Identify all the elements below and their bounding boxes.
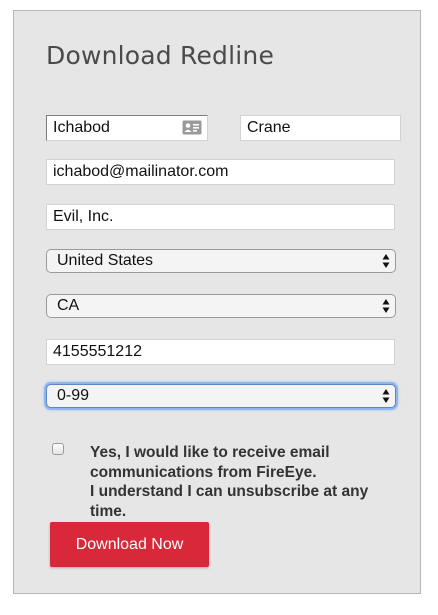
form-title: Download Redline	[46, 41, 275, 70]
contact-card-icon[interactable]	[182, 120, 202, 135]
unsubscribe-text: I understand I can unsubscribe at any ti…	[90, 483, 369, 520]
consent-text: Yes, I would like to receive email commu…	[90, 444, 330, 481]
chevron-up-down-icon	[382, 254, 390, 268]
company-input[interactable]: Evil, Inc.	[46, 204, 395, 230]
last-name-value: Crane	[247, 119, 291, 136]
first-name-input[interactable]: Ichabod	[46, 115, 208, 141]
email-consent-label: Yes, I would like to receive email commu…	[90, 443, 408, 521]
chevron-up-down-icon	[382, 299, 390, 313]
download-now-button[interactable]: Download Now	[50, 522, 209, 567]
state-select[interactable]: CA	[46, 294, 396, 318]
phone-input[interactable]: 4155551212	[46, 339, 395, 365]
employees-select[interactable]: 0-99	[46, 384, 396, 408]
email-value: ichabod@mailinator.com	[53, 163, 229, 180]
company-value: Evil, Inc.	[53, 208, 114, 225]
chevron-up-down-icon	[382, 389, 390, 403]
employees-value: 0-99	[57, 387, 90, 404]
phone-value: 4155551212	[53, 343, 142, 360]
country-value: United States	[57, 252, 154, 269]
download-form-panel: Download Redline Ichabod Crane ichabod@m…	[13, 10, 421, 594]
country-select[interactable]: United States	[46, 249, 396, 273]
last-name-input[interactable]: Crane	[240, 115, 401, 141]
email-input[interactable]: ichabod@mailinator.com	[46, 159, 395, 185]
state-value: CA	[57, 297, 80, 314]
first-name-value: Ichabod	[53, 119, 110, 136]
email-consent-checkbox[interactable]	[52, 443, 64, 455]
